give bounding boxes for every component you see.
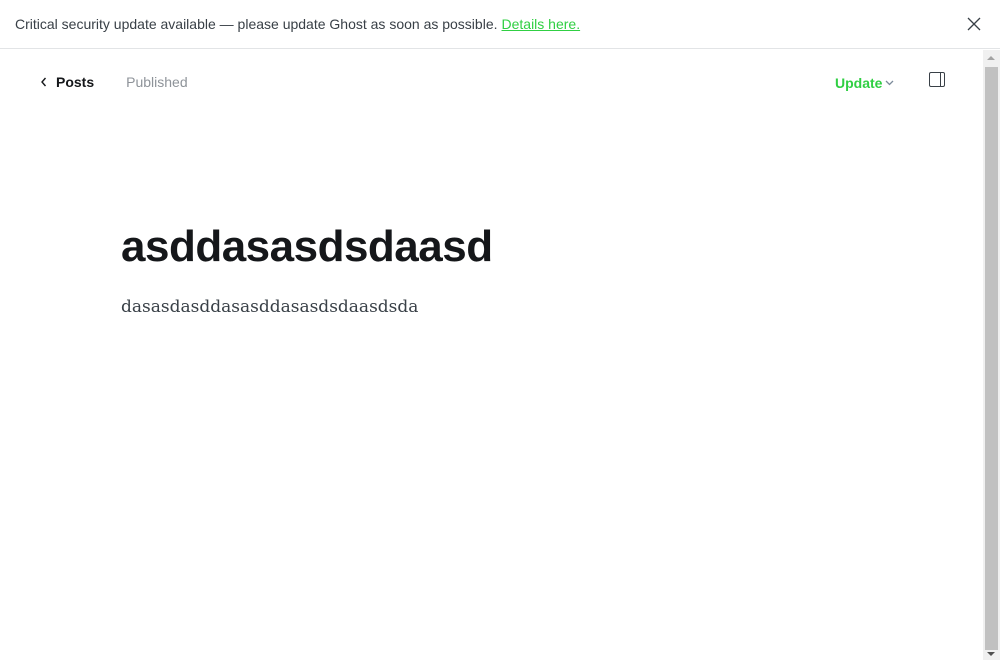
- scroll-down-icon[interactable]: [987, 652, 995, 656]
- post-status: Published: [126, 74, 188, 90]
- back-label: Posts: [56, 74, 95, 90]
- chevron-down-icon: [885, 80, 894, 86]
- update-label: Update: [835, 75, 883, 91]
- security-banner: Critical security update available — ple…: [0, 0, 1000, 49]
- scroll-up-icon[interactable]: [987, 56, 995, 60]
- close-icon[interactable]: [966, 16, 982, 32]
- banner-message: Critical security update available — ple…: [15, 16, 498, 32]
- update-button[interactable]: Update: [835, 75, 894, 91]
- scrollbar[interactable]: [983, 50, 1000, 660]
- post-body[interactable]: dasasdasddasasddasasdsdaasdsda: [121, 297, 418, 317]
- chevron-left-icon: [41, 77, 47, 87]
- sidebar-toggle-icon[interactable]: [929, 72, 945, 87]
- scrollbar-thumb[interactable]: [985, 67, 998, 650]
- details-link[interactable]: Details here.: [502, 16, 581, 32]
- back-to-posts-button[interactable]: Posts: [40, 74, 94, 90]
- post-title[interactable]: asddasasdsdaasd: [121, 222, 493, 272]
- editor-nav: Posts Published: [40, 74, 188, 90]
